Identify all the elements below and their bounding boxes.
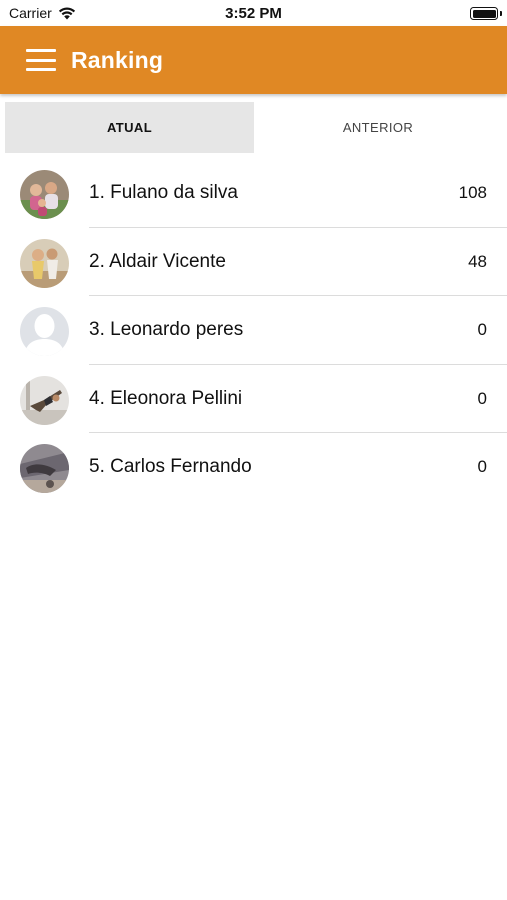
clock: 3:52 PM: [225, 5, 282, 22]
list-item[interactable]: 5. Carlos Fernando 0: [0, 433, 507, 502]
battery-icon: [470, 7, 498, 20]
avatar: [20, 444, 69, 493]
avatar: [20, 170, 69, 219]
list-item[interactable]: 4. Eleonora Pellini 0: [0, 365, 507, 433]
player-score: 48: [468, 251, 487, 271]
player-score: 0: [477, 388, 487, 408]
status-bar: Carrier 3:52 PM: [0, 0, 507, 26]
avatar: [20, 238, 69, 288]
page-title: Ranking: [71, 46, 164, 73]
tab-atual[interactable]: ATUAL: [5, 102, 254, 153]
default-avatar-icon: [20, 307, 69, 356]
player-score: 108: [458, 183, 487, 203]
player-name: 2. Aldair Vicente: [89, 250, 226, 272]
avatar: [20, 375, 69, 425]
list-item[interactable]: 3. Leonardo peres 0: [0, 296, 507, 365]
menu-icon[interactable]: [26, 49, 56, 71]
player-score: 0: [477, 457, 487, 477]
app-bar: Ranking: [0, 26, 507, 94]
tab-bar: ATUAL ANTERIOR: [5, 102, 502, 153]
ranking-list: 1. Fulano da silva 108 2. Aldair Vicente…: [0, 159, 507, 502]
battery-tip: [500, 11, 502, 16]
player-name: 5. Carlos Fernando: [89, 456, 252, 478]
tab-anterior[interactable]: ANTERIOR: [254, 102, 502, 153]
player-name: 4. Eleonora Pellini: [89, 387, 243, 409]
list-item[interactable]: 1. Fulano da silva 108: [0, 159, 507, 228]
player-name: 1. Fulano da silva: [89, 182, 238, 204]
list-item[interactable]: 2. Aldair Vicente 48: [0, 228, 507, 296]
player-score: 0: [477, 320, 487, 340]
player-name: 3. Leonardo peres: [89, 319, 244, 341]
